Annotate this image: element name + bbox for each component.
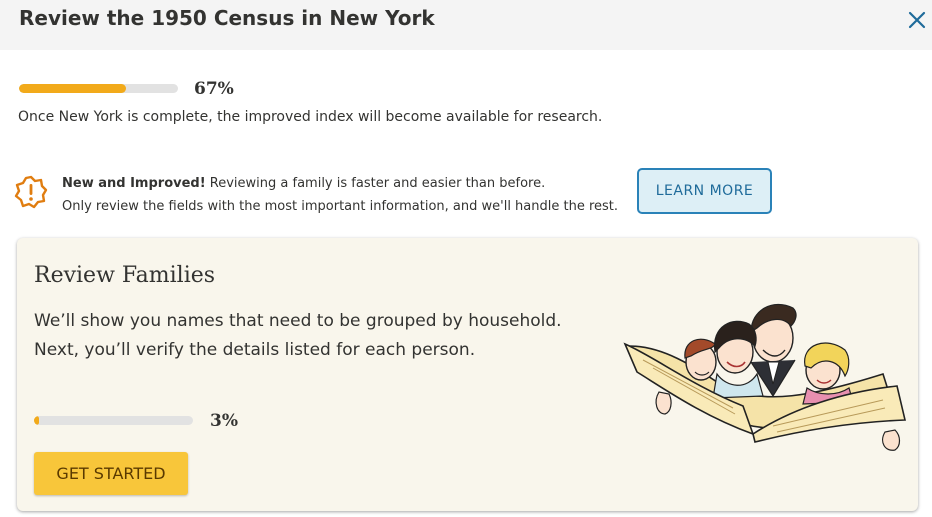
dialog-title: Review the 1950 Census in New York xyxy=(19,6,435,30)
notice-line-2: Only review the fields with the most imp… xyxy=(62,199,619,214)
learn-more-button[interactable]: LEARN MORE xyxy=(637,168,772,214)
notice-line-1-text: Reviewing a family is faster and easier … xyxy=(205,176,546,191)
card-progress-bar xyxy=(34,416,193,425)
warning-badge-icon xyxy=(14,175,48,209)
notice-text: New and Improved! Reviewing a family is … xyxy=(62,172,618,218)
notice-line-1: New and Improved! Reviewing a family is … xyxy=(62,172,618,195)
card-description: We’ll show you names that need to be gro… xyxy=(34,311,562,360)
dialog-header: Review the 1950 Census in New York xyxy=(0,0,932,50)
notice-bold: New and Improved! xyxy=(62,176,206,191)
overall-progress-fill xyxy=(19,84,126,93)
card-progress-label: 3% xyxy=(210,411,238,431)
overall-progress-bar xyxy=(19,84,178,93)
family-reading-newspaper-illustration xyxy=(623,303,907,451)
get-started-button[interactable]: GET STARTED xyxy=(34,452,188,495)
card-title: Review Families xyxy=(34,263,216,288)
close-icon[interactable] xyxy=(906,9,928,31)
review-families-card: Review Families We’ll show you names tha… xyxy=(17,238,918,511)
completion-description: Once New York is complete, the improved … xyxy=(18,109,603,125)
card-progress-fill xyxy=(34,416,39,425)
overall-progress-label: 67% xyxy=(194,79,234,99)
